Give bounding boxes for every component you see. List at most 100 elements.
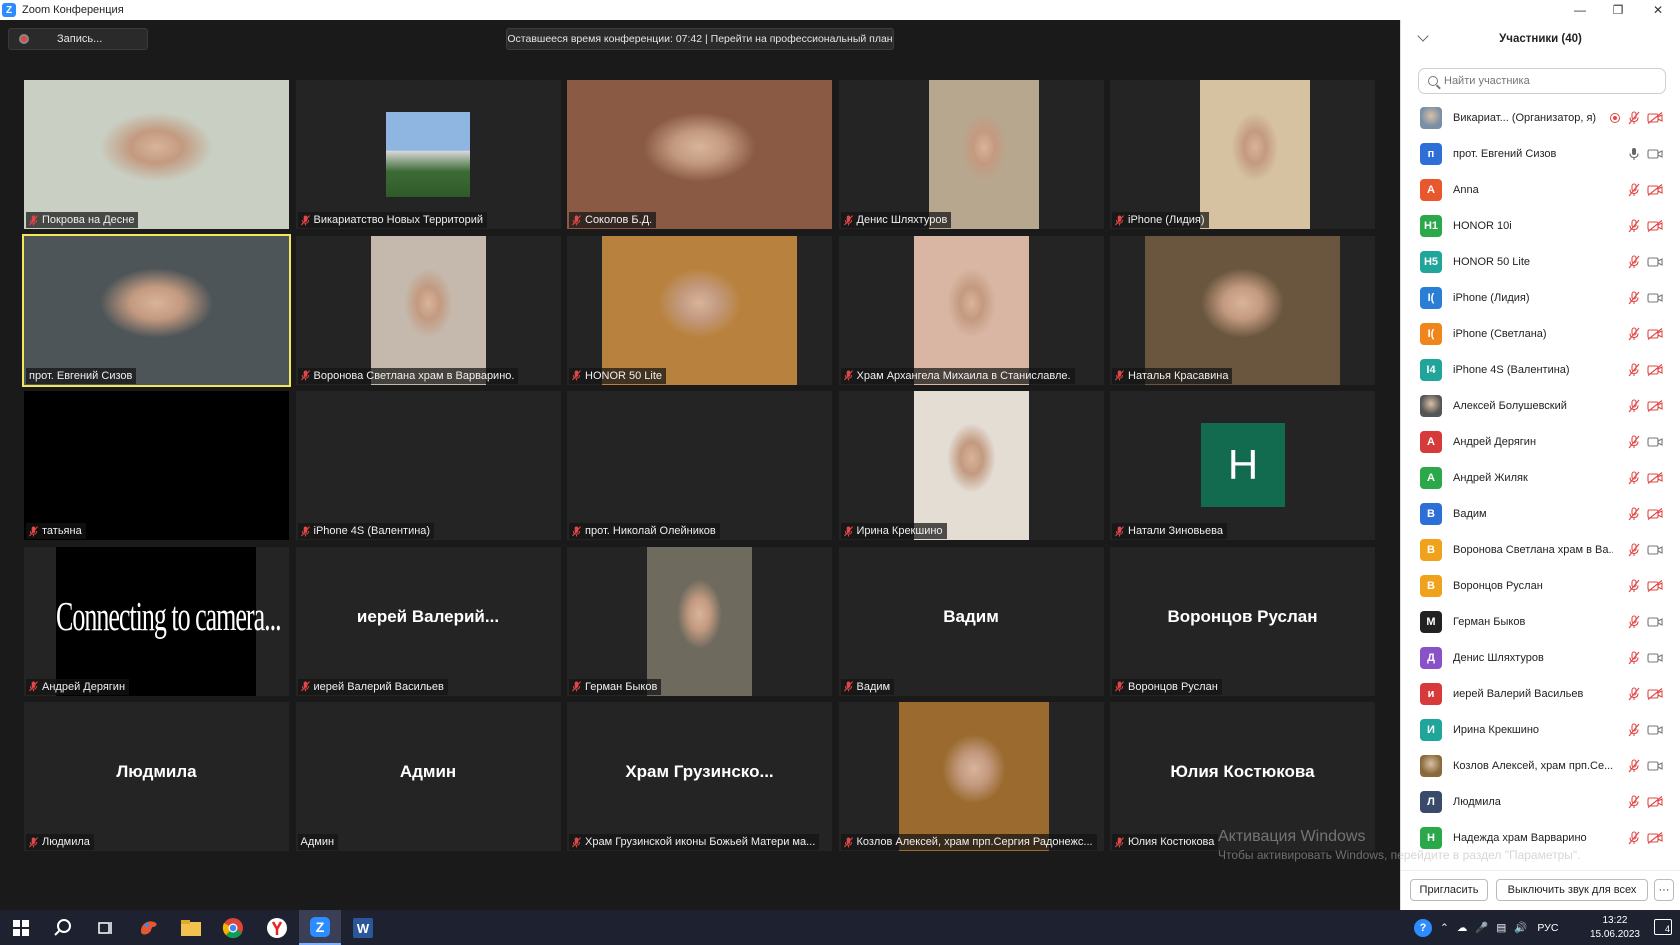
muted-mic-icon[interactable] — [1627, 435, 1641, 449]
participant-row[interactable]: Алексей Болушевский — [1401, 388, 1680, 424]
muted-mic-icon[interactable] — [1627, 831, 1641, 845]
yandex-browser-icon[interactable] — [256, 910, 298, 945]
participant-row[interactable]: Л Людмила — [1401, 784, 1680, 820]
video-tile[interactable]: Викариатство Новых Территорий — [295, 80, 561, 229]
muted-mic-icon[interactable] — [1627, 183, 1641, 197]
camera-icon[interactable] — [1647, 544, 1663, 556]
video-tile[interactable]: Наталья Красавина — [1110, 235, 1375, 385]
muted-mic-icon[interactable] — [1627, 363, 1641, 377]
muted-mic-icon[interactable] — [1627, 471, 1641, 485]
participant-list[interactable]: Викариат... (Организатор, я) п прот. Евген… — [1401, 100, 1680, 880]
muted-mic-icon[interactable] — [1627, 723, 1641, 737]
participant-row[interactable]: В Воронова Светлана храм в Ва... — [1401, 532, 1680, 568]
video-tile[interactable]: iPhone 4S (Валентина) — [295, 391, 561, 540]
muted-mic-icon[interactable] — [1627, 615, 1641, 629]
participant-row[interactable]: Козлов Алексей, храм прп.Се... — [1401, 748, 1680, 784]
word-icon[interactable]: W — [342, 910, 384, 945]
camera-off-icon[interactable] — [1647, 688, 1663, 700]
camera-icon[interactable] — [1647, 652, 1663, 664]
recording-button[interactable]: Запись... — [8, 28, 148, 50]
video-tile[interactable]: Воронцов Руслан Воронцов Руслан — [1110, 546, 1375, 696]
time-remaining-banner[interactable]: Оставшееся время конференции: 07:42 | Пе… — [506, 28, 894, 50]
help-icon[interactable]: ? — [1414, 918, 1432, 937]
video-tile[interactable]: Храм Архангела Михаила в Станиславле. — [838, 235, 1104, 385]
muted-mic-icon[interactable] — [1627, 291, 1641, 305]
muted-mic-icon[interactable] — [1627, 399, 1641, 413]
muted-mic-icon[interactable] — [1627, 255, 1641, 269]
muted-mic-icon[interactable] — [1627, 111, 1641, 125]
participant-row[interactable]: В Вадим — [1401, 496, 1680, 532]
participant-row[interactable]: и иерей Валерий Васильев — [1401, 676, 1680, 712]
muted-mic-icon[interactable] — [1627, 759, 1641, 773]
chevron-up-icon[interactable]: ⌃ — [1440, 922, 1449, 934]
muted-mic-icon[interactable] — [1627, 219, 1641, 233]
video-tile[interactable]: Храм Грузинско... Храм Грузинской иконы Б… — [567, 702, 832, 851]
paint-icon[interactable] — [128, 910, 170, 945]
muted-mic-icon[interactable] — [1627, 651, 1641, 665]
video-tile[interactable]: Ирина Крекшино — [838, 391, 1104, 540]
participant-search-input[interactable] — [1444, 75, 1644, 87]
video-tile[interactable]: иерей Валерий... иерей Валерий Васильев — [295, 546, 561, 696]
video-tile[interactable]: Воронова Светлана храм в Варварино. — [295, 235, 561, 385]
camera-icon[interactable] — [1647, 148, 1663, 160]
video-tile[interactable]: прот. Николай Олейников — [567, 391, 832, 540]
restore-button[interactable]: ❐ — [1598, 0, 1638, 20]
video-tile[interactable]: Н Натали Зиновьева — [1110, 391, 1375, 540]
chrome-icon[interactable] — [212, 910, 254, 945]
camera-icon[interactable] — [1647, 760, 1663, 772]
muted-mic-icon[interactable] — [1627, 795, 1641, 809]
minimize-button[interactable]: — — [1560, 0, 1600, 20]
video-tile[interactable]: iPhone (Лидия) — [1110, 80, 1375, 229]
camera-off-icon[interactable] — [1647, 472, 1663, 484]
close-button[interactable]: ✕ — [1638, 0, 1678, 20]
cloud-icon[interactable]: ☁ — [1457, 922, 1468, 934]
windows-start-icon[interactable] — [0, 910, 42, 945]
participant-row[interactable]: И Ирина Крекшино — [1401, 712, 1680, 748]
more-options-button[interactable]: ··· — [1654, 879, 1674, 901]
video-tile[interactable]: Денис Шляхтуров — [838, 80, 1104, 229]
camera-icon[interactable] — [1647, 724, 1663, 736]
participant-row[interactable]: I(iPhone (Светлана) — [1401, 316, 1680, 352]
camera-off-icon[interactable] — [1647, 508, 1663, 520]
camera-off-icon[interactable] — [1647, 364, 1663, 376]
video-tile[interactable]: Людмила Людмила — [24, 702, 289, 851]
notification-center-icon[interactable]: 4 — [1654, 919, 1672, 935]
muted-mic-icon[interactable] — [1627, 543, 1641, 557]
clock[interactable]: 13:22 15.06.2023 — [1590, 914, 1640, 942]
participant-row[interactable]: H5 HONOR 50 Lite — [1401, 244, 1680, 280]
camera-off-icon[interactable] — [1647, 184, 1663, 196]
video-tile[interactable]: Вадим Вадим — [838, 546, 1104, 696]
invite-button[interactable]: Пригласить — [1410, 879, 1488, 901]
volume-icon[interactable]: 🔊 — [1514, 921, 1527, 934]
camera-off-icon[interactable] — [1647, 580, 1663, 592]
video-tile[interactable]: Соколов Б.Д. — [567, 80, 832, 229]
participant-row[interactable]: I(iPhone (Лидия) — [1401, 280, 1680, 316]
participant-search[interactable] — [1418, 68, 1666, 94]
mute-all-button[interactable]: Выключить звук для всех — [1496, 879, 1648, 901]
muted-mic-icon[interactable] — [1627, 687, 1641, 701]
camera-off-icon[interactable] — [1647, 112, 1663, 124]
participant-row[interactable]: Н Надежда храм Варварино — [1401, 820, 1680, 856]
search-icon[interactable] — [42, 910, 84, 945]
camera-icon[interactable] — [1647, 292, 1663, 304]
participant-row[interactable]: А Anna — [1401, 172, 1680, 208]
video-tile[interactable]: Админ Админ — [295, 702, 561, 851]
participant-row[interactable]: п прот. Евгений Сизов — [1401, 136, 1680, 172]
muted-mic-icon[interactable] — [1627, 327, 1641, 341]
microphone-icon[interactable]: 🎤 — [1475, 921, 1488, 934]
participant-row[interactable]: Викариат... (Организатор, я) — [1401, 100, 1680, 136]
camera-off-icon[interactable] — [1647, 328, 1663, 340]
participant-row[interactable]: А Андрей Жиляк — [1401, 460, 1680, 496]
zoom-icon[interactable]: Z — [299, 910, 341, 945]
file-explorer-icon[interactable] — [170, 910, 212, 945]
participant-row[interactable]: H1 HONOR 10i — [1401, 208, 1680, 244]
video-tile[interactable]: Покрова на Десне — [24, 80, 289, 229]
task-view-icon[interactable] — [84, 910, 126, 945]
camera-icon[interactable] — [1647, 616, 1663, 628]
video-tile[interactable]: HONOR 50 Lite — [567, 235, 832, 385]
muted-mic-icon[interactable] — [1627, 507, 1641, 521]
participant-row[interactable]: M Герман Быков — [1401, 604, 1680, 640]
video-tile[interactable]: Герман Быков — [567, 546, 832, 696]
mic-icon[interactable] — [1627, 147, 1641, 161]
video-tile[interactable]: татьяна — [24, 391, 289, 540]
